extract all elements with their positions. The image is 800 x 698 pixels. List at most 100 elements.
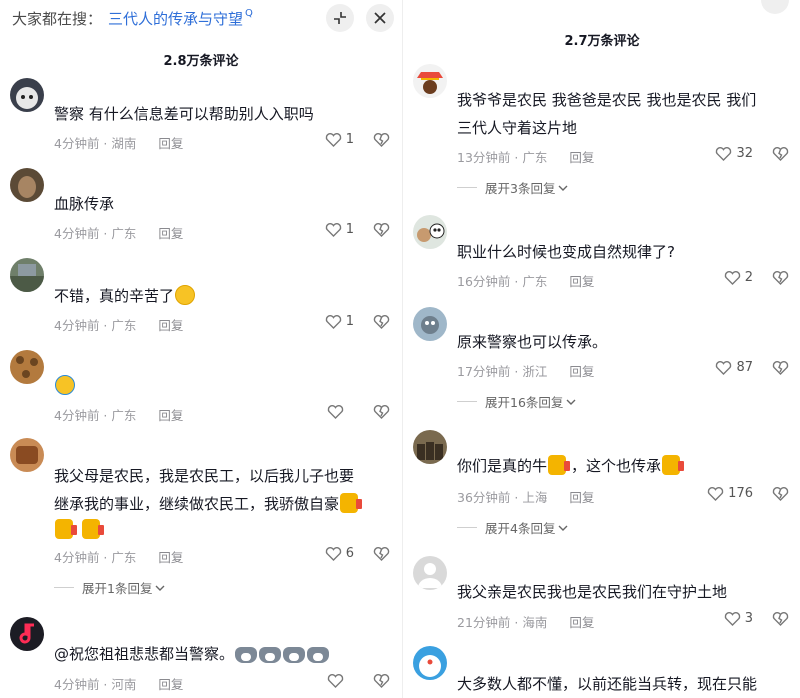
avatar[interactable] [10, 168, 44, 202]
like-button[interactable] [327, 673, 348, 688]
reply-button[interactable]: 回复 [158, 550, 183, 565]
comment-time: 36分钟前 [457, 490, 511, 505]
comment-time: 4分钟前 [54, 136, 100, 151]
reply-button[interactable]: 回复 [569, 150, 594, 165]
dislike-button[interactable] [772, 486, 789, 505]
comment-text-line2: 继承我的事业，继续做农民工，我骄傲自豪 [54, 490, 374, 518]
comment-location: 广东 [111, 408, 137, 423]
divider [457, 187, 477, 188]
like-count: 1 [345, 132, 354, 147]
comment-location: 广东 [111, 226, 137, 241]
left-comment-panel: 大家都在搜： 三代人的传承与守望 Q 2.8万条评论 警察 有什么信息差可以帮助… [0, 0, 402, 698]
collapse-icon[interactable] [326, 4, 354, 32]
heart-icon [716, 147, 732, 161]
reply-button[interactable]: 回复 [158, 677, 183, 692]
heart-icon [325, 133, 341, 147]
comment-meta: 4分钟前 · 广东 回复 [54, 318, 184, 333]
comment-time: 4分钟前 [54, 226, 100, 241]
search-suggestion-bar[interactable]: 大家都在搜： 三代人的传承与守望 Q [12, 6, 253, 30]
comment-meta: 4分钟前 · 河南 回复 [54, 677, 184, 692]
reply-button[interactable]: 回复 [158, 226, 183, 241]
like-button[interactable]: 1 [325, 222, 354, 237]
like-button[interactable]: 176 [707, 486, 753, 501]
comment-meta: 13分钟前 · 广东 回复 [457, 150, 595, 165]
rolling-laugh-emoji-icon [55, 375, 75, 395]
dislike-button[interactable] [772, 611, 789, 630]
chevron-down-icon [558, 185, 568, 191]
expand-replies-button[interactable]: 展开4条回复 [457, 518, 568, 537]
reply-button[interactable]: 回复 [569, 490, 594, 505]
reply-button[interactable]: 回复 [569, 364, 594, 379]
thumbs-up-emoji-icon [662, 455, 685, 475]
thumbs-up-emoji-icon [55, 519, 77, 539]
avatar[interactable] [413, 430, 447, 464]
dislike-button[interactable] [373, 132, 390, 151]
comment-count: 2.7万条评论 [564, 34, 640, 49]
heart-icon [707, 487, 724, 501]
dislike-button[interactable] [772, 270, 789, 289]
reply-button[interactable]: 回复 [158, 318, 183, 333]
dislike-button[interactable] [772, 360, 789, 379]
like-count: 32 [736, 146, 753, 161]
like-button[interactable]: 1 [325, 132, 354, 147]
like-button[interactable]: 32 [715, 146, 753, 161]
broken-heart-icon [373, 133, 390, 147]
broken-heart-icon [373, 223, 390, 237]
like-button[interactable]: 6 [325, 546, 354, 561]
comment-time: 13分钟前 [457, 150, 511, 165]
reply-button[interactable]: 回复 [158, 136, 183, 151]
reply-button[interactable]: 回复 [569, 274, 594, 289]
avatar[interactable] [10, 617, 44, 651]
broken-heart-icon [772, 487, 789, 501]
comment-text [54, 372, 374, 400]
avatar[interactable] [10, 78, 44, 112]
dislike-button[interactable] [373, 222, 390, 241]
husky-emoji-icon [235, 647, 258, 663]
avatar[interactable] [413, 215, 447, 249]
avatar[interactable] [413, 646, 447, 680]
expand-replies-button[interactable]: 展开16条回复 [457, 392, 576, 411]
dislike-button[interactable] [373, 673, 390, 692]
like-button[interactable]: 2 [724, 270, 753, 285]
avatar[interactable] [413, 556, 447, 590]
close-icon[interactable] [761, 0, 789, 14]
comment-meta: 16分钟前 · 广东 回复 [457, 274, 595, 289]
dislike-button[interactable] [373, 546, 390, 565]
comment-location: 广东 [111, 318, 137, 333]
like-button[interactable]: 3 [724, 611, 753, 626]
like-button[interactable]: 87 [715, 360, 753, 375]
avatar[interactable] [10, 350, 44, 384]
like-count: 1 [345, 314, 354, 329]
comment-text: 大多数人都不懂，以前还能当兵转，现在只能 [457, 675, 758, 693]
comment-location: 河南 [111, 677, 137, 692]
avatar[interactable] [413, 307, 447, 341]
comment-count: 2.8万条评论 [163, 54, 239, 69]
close-icon[interactable] [366, 4, 394, 32]
comment-location: 上海 [522, 490, 548, 505]
heart-icon [325, 223, 341, 237]
comment-location: 浙江 [522, 364, 548, 379]
comment-time: 4分钟前 [54, 550, 100, 565]
expand-replies-label: 展开4条回复 [485, 521, 556, 536]
search-suggestion-link[interactable]: 三代人的传承与守望 [108, 8, 243, 29]
search-prefix-label: 大家都在搜： [12, 9, 103, 28]
dislike-button[interactable] [772, 146, 789, 165]
comment-time: 4分钟前 [54, 318, 100, 333]
reply-button[interactable]: 回复 [569, 615, 594, 630]
avatar[interactable] [10, 438, 44, 472]
expand-replies-button[interactable]: 展开3条回复 [457, 178, 568, 197]
reply-button[interactable]: 回复 [158, 408, 183, 423]
dislike-button[interactable] [373, 314, 390, 333]
thumbs-up-emoji-icon [548, 455, 571, 475]
comment-text: 警察 有什么信息差可以帮助别人入职吗 [54, 105, 314, 123]
avatar[interactable] [413, 64, 447, 98]
expand-replies-button[interactable]: 展开1条回复 [54, 578, 165, 597]
thumbs-up-emoji-icon [82, 519, 104, 539]
like-button[interactable]: 1 [325, 314, 354, 329]
like-count: 3 [744, 611, 753, 626]
avatar[interactable] [10, 258, 44, 292]
comment-text: 血脉传承 [54, 195, 115, 213]
dislike-button[interactable] [373, 404, 390, 423]
comment-meta: 17分钟前 · 浙江 回复 [457, 364, 595, 379]
like-button[interactable] [327, 404, 348, 419]
